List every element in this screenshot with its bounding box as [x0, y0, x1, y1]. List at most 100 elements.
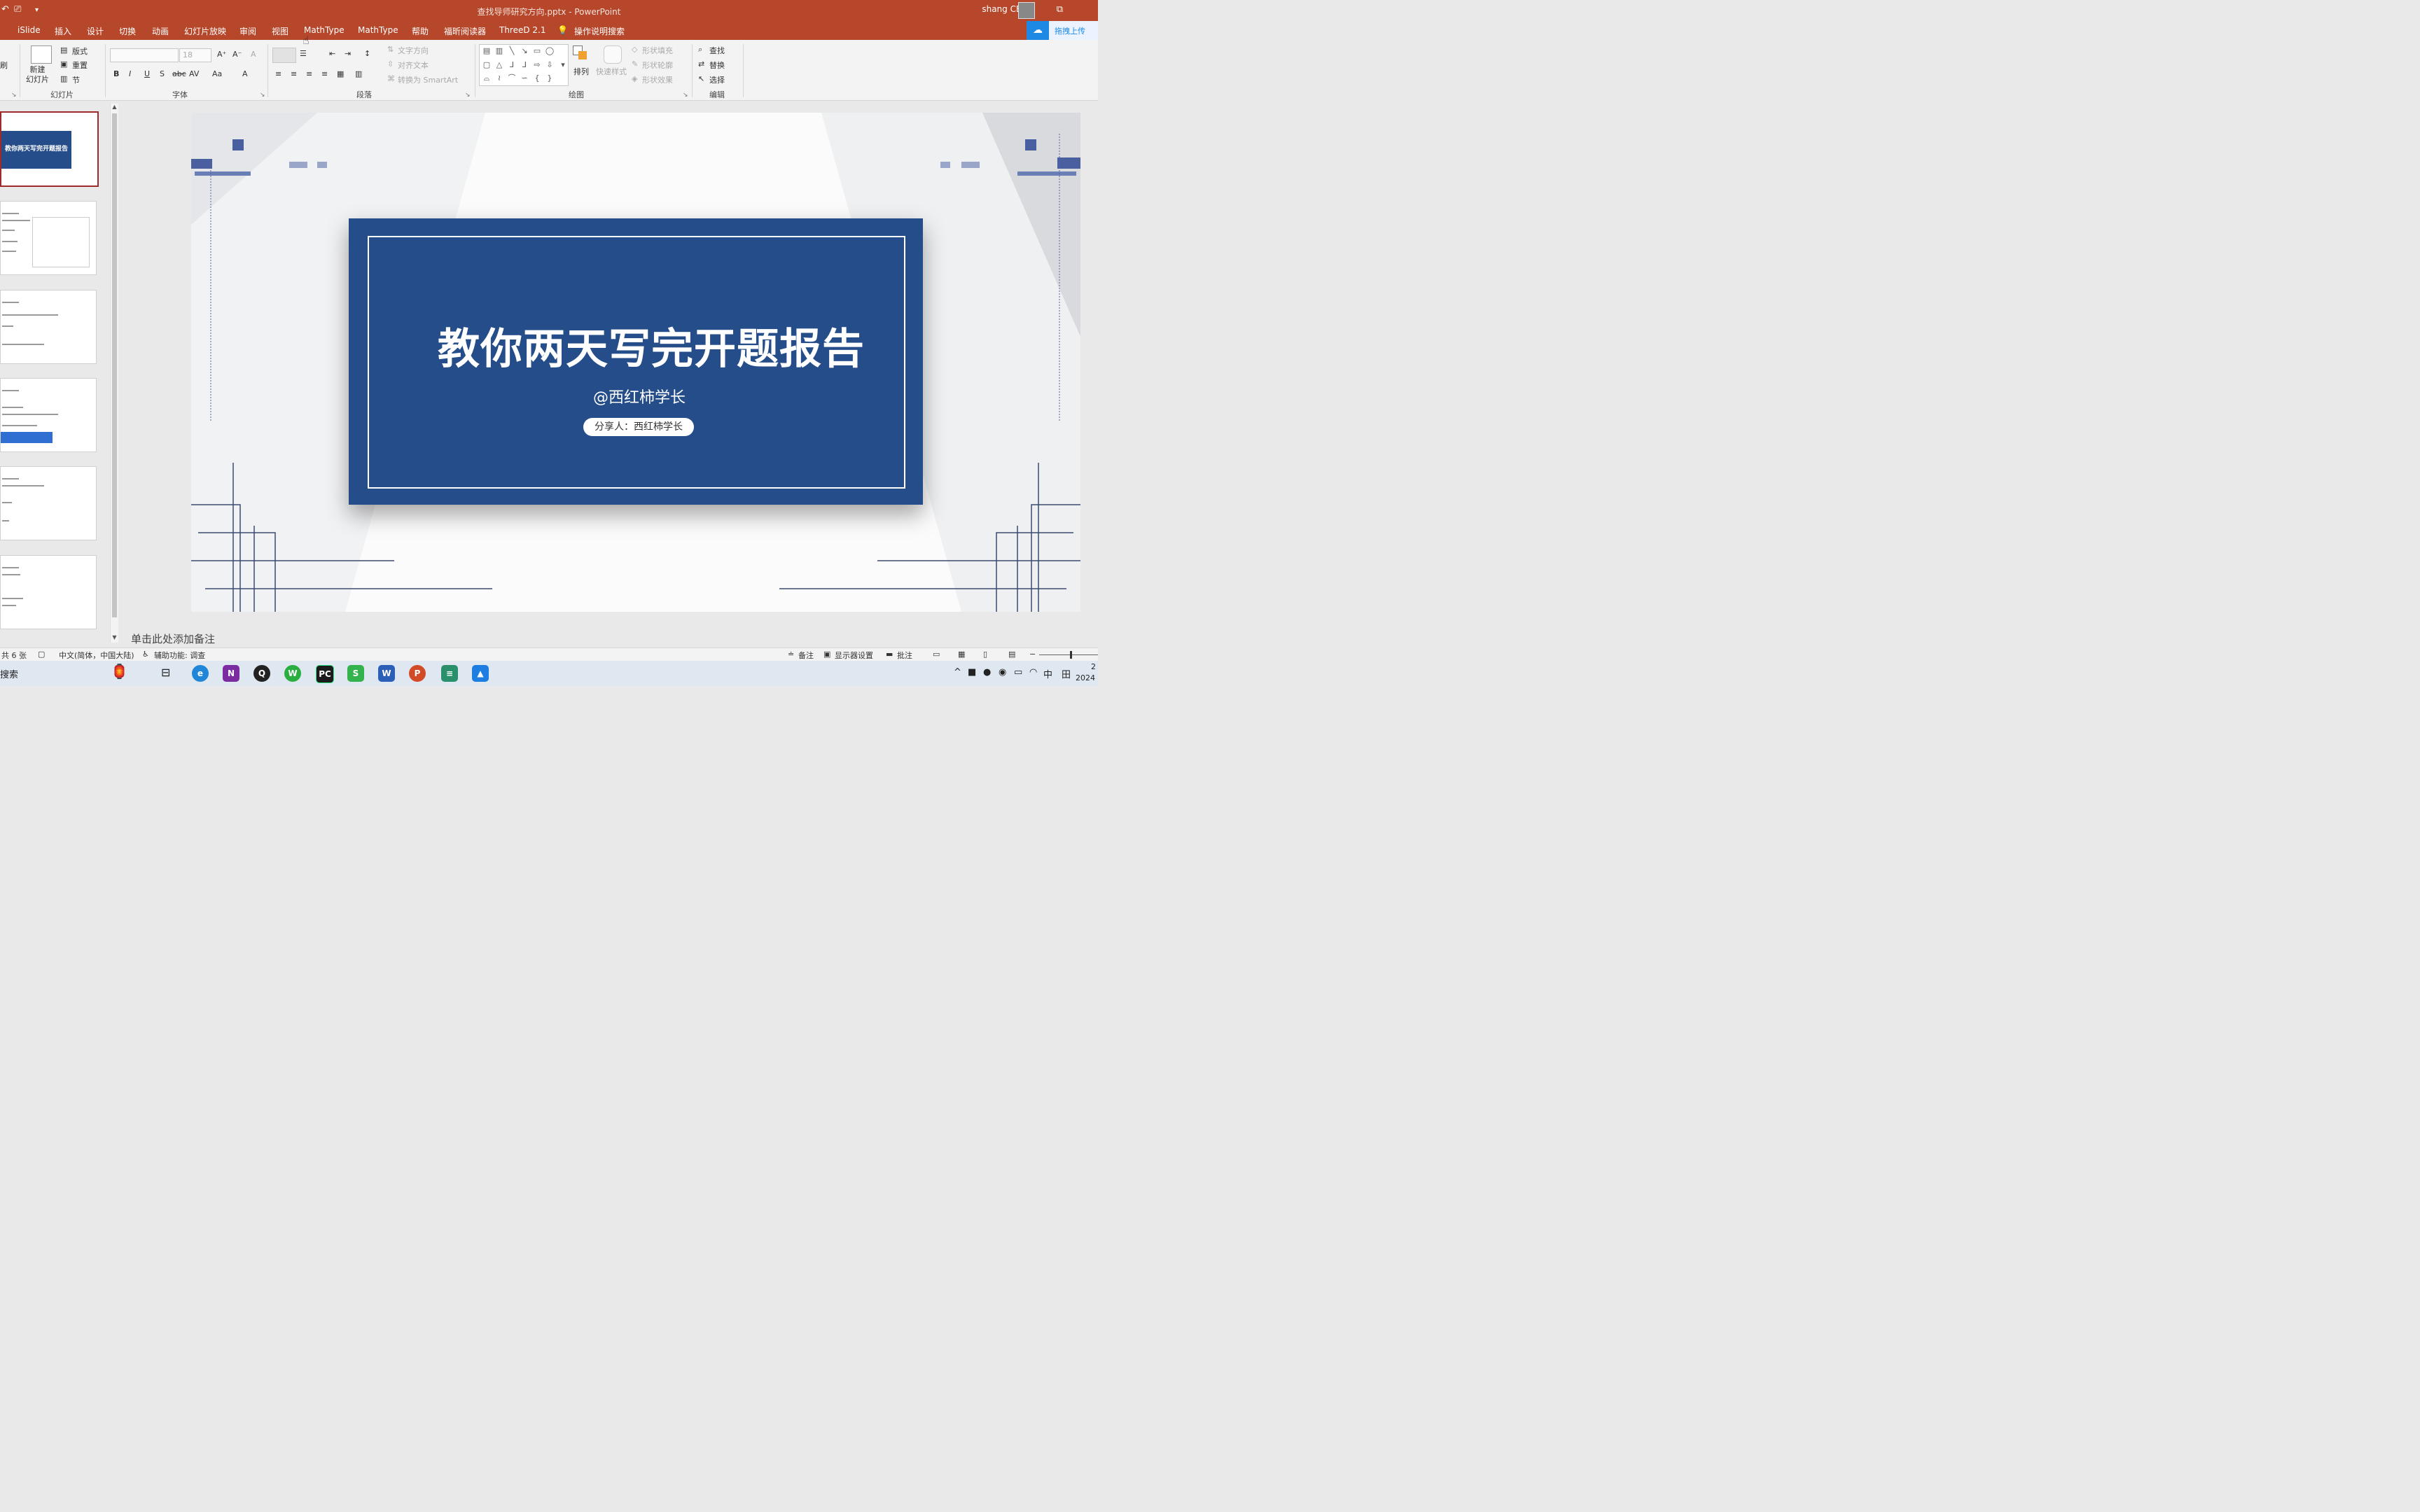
new-slide-icon[interactable] — [31, 46, 52, 64]
section-icon[interactable]: ▥ — [60, 74, 67, 83]
strikethrough-button[interactable]: abc — [172, 69, 186, 78]
right-arrow-shape-icon[interactable]: ⇨ — [532, 61, 542, 69]
language-indicator[interactable]: 中文(简体，中国大陆) — [59, 650, 134, 661]
replace-button[interactable]: 替换 — [709, 59, 725, 71]
numbering-icon[interactable]: ☰ — [300, 49, 307, 58]
tab-help[interactable]: 帮助 — [412, 25, 429, 37]
arrange-button[interactable]: 排列 — [573, 66, 589, 77]
scribble-shape-icon[interactable]: ≀ — [494, 74, 504, 83]
wechat-icon[interactable]: W — [284, 665, 301, 682]
gallery-more-icon[interactable]: ▾ — [558, 61, 568, 69]
avatar[interactable] — [1018, 2, 1035, 19]
tab-view[interactable]: 视图 — [272, 25, 288, 37]
shape-outline-button[interactable]: 形状轮廓 — [642, 59, 673, 71]
shape-effects-icon[interactable]: ◈ — [632, 74, 637, 83]
decrease-indent-icon[interactable]: ⇤ — [329, 49, 335, 58]
reading-view-icon[interactable]: ▯ — [983, 650, 987, 659]
tab-insert[interactable]: 插入 — [55, 25, 71, 37]
font-name-box[interactable] — [110, 48, 179, 62]
font-shrink-button[interactable]: A⁻ — [232, 50, 242, 59]
tab-threed[interactable]: ThreeD 2.1 — [499, 25, 546, 35]
shape-fill-button[interactable]: 形状填充 — [642, 45, 673, 56]
slide-thumbnail-1[interactable]: 教你两天写完开题报告 — [0, 111, 99, 187]
notes-button[interactable]: 备注 — [798, 650, 814, 661]
reset-icon[interactable]: ▣ — [60, 59, 67, 69]
tab-islide[interactable]: iSlide — [18, 25, 41, 35]
spelling-icon[interactable]: ▢ — [38, 650, 45, 659]
arrange-icon[interactable] — [573, 46, 590, 62]
dialog-launcher-icon[interactable]: ↘ — [683, 92, 688, 99]
quick-styles-icon[interactable] — [604, 46, 622, 64]
font-grow-button[interactable]: A⁺ — [217, 50, 226, 59]
zoom-out-icon[interactable]: − — [1029, 650, 1036, 659]
dialog-launcher-icon[interactable]: ↘ — [465, 92, 471, 99]
increase-indent-icon[interactable]: ⇥ — [345, 49, 351, 58]
display-settings-button[interactable]: 显示器设置 — [835, 650, 873, 661]
clock-date[interactable]: 2024 — [1076, 673, 1095, 682]
edge-icon[interactable]: e — [192, 665, 209, 682]
tab-mathtype-2[interactable]: MathType — [358, 25, 398, 35]
presenter-badge[interactable]: 分享人：西红柿学长 — [583, 418, 694, 436]
columns-icon[interactable]: ▥ — [355, 69, 362, 78]
display-settings-icon[interactable]: ▣ — [823, 650, 830, 659]
slide-thumbnail-2[interactable] — [0, 201, 97, 275]
slide-thumbnail-4[interactable] — [0, 378, 97, 452]
scroll-down-icon[interactable]: ▼ — [111, 634, 118, 643]
tab-foxit-reader[interactable]: 福昕阅读器 — [444, 25, 486, 37]
shapes-gallery[interactable]: ▤ ▥ ╲ ↘ ▭ ◯ ▢ △ ⅃ ⅃ ⇨ ⇩ ⌓ ≀ ⌒ ∽ { } ▾ — [479, 44, 569, 86]
slide-sorter-icon[interactable]: ▦ — [958, 650, 965, 659]
rectangle-shape-icon[interactable]: ▭ — [532, 47, 542, 55]
font-color-button[interactable]: A — [242, 69, 248, 78]
reset-button[interactable]: 重置 — [72, 59, 88, 71]
section-button[interactable]: 节 — [72, 74, 80, 85]
pycharm-icon[interactable]: PC — [316, 665, 334, 683]
replace-icon[interactable]: ⇄ — [698, 59, 704, 69]
bold-button[interactable]: B — [113, 69, 119, 78]
zoom-slider[interactable] — [1039, 654, 1098, 655]
tray-wechat-icon[interactable]: ◉ — [999, 667, 1006, 678]
tray-qq-icon[interactable]: ● — [983, 667, 991, 678]
app2-icon[interactable]: ▲ — [472, 665, 489, 682]
justify-icon[interactable]: ≡ — [321, 69, 328, 78]
smartart-icon[interactable]: ⌘ — [387, 74, 395, 83]
char-spacing-button[interactable]: AV — [189, 69, 199, 78]
cloud-upload-button[interactable]: ☁ 拖拽上传 — [1027, 21, 1098, 40]
tell-me-search[interactable]: 操作说明搜索 — [574, 25, 625, 37]
qq-icon[interactable]: Q — [253, 665, 270, 682]
powerpoint-icon[interactable]: P — [409, 665, 426, 682]
slideshow-icon[interactable]: ▤ — [1008, 650, 1015, 659]
curve-shape-icon[interactable]: ∽ — [520, 74, 529, 83]
find-button[interactable]: 查找 — [709, 45, 725, 56]
triangle-shape-icon[interactable]: △ — [494, 61, 504, 69]
accessibility-icon[interactable]: ♿ — [142, 650, 149, 659]
zoom-slider-thumb[interactable] — [1070, 651, 1072, 659]
line-shape-icon[interactable]: ╲ — [507, 47, 517, 55]
freeform-shape-icon[interactable]: ⌓ — [482, 74, 492, 83]
thumbnail-scrollbar[interactable]: ▲ ▼ — [110, 104, 118, 643]
quick-styles-button[interactable]: 快速样式 — [596, 66, 627, 77]
tab-mathtype-1[interactable]: MathType — [304, 25, 345, 35]
notes-placeholder[interactable]: 单击此处添加备注 — [131, 631, 215, 646]
arrow-line-shape-icon[interactable]: ↘ — [520, 47, 529, 55]
tab-review[interactable]: 审阅 — [239, 25, 256, 37]
connector-shape-icon[interactable]: ⅃ — [507, 61, 517, 69]
normal-view-icon[interactable]: ▭ — [933, 650, 940, 659]
scroll-up-icon[interactable]: ▲ — [111, 104, 118, 112]
align-right-icon[interactable]: ≡ — [306, 69, 312, 78]
brace-right-shape-icon[interactable]: } — [545, 74, 555, 83]
tray-overflow-icon[interactable]: ^ — [954, 667, 961, 678]
convert-smartart-button[interactable]: 转换为 SmartArt — [398, 74, 458, 85]
clear-format-button[interactable]: A — [251, 50, 256, 59]
elbow-connector-shape-icon[interactable]: ⅃ — [520, 61, 529, 69]
wps-icon[interactable]: S — [347, 665, 364, 682]
line-spacing-icon[interactable]: ↕ — [364, 49, 370, 58]
battery-icon[interactable]: ▭ — [1014, 667, 1022, 678]
comments-icon[interactable]: ▬ — [886, 650, 893, 659]
shape-effects-button[interactable]: 形状效果 — [642, 74, 673, 85]
align-text-button[interactable]: 对齐文本 — [398, 59, 429, 71]
scroll-thumb[interactable] — [112, 113, 117, 617]
italic-button[interactable]: I — [129, 69, 131, 78]
align-center-icon[interactable]: ≡ — [291, 69, 297, 78]
text-direction-icon[interactable]: ⇅ — [387, 45, 394, 54]
tab-slideshow[interactable]: 幻灯片放映 — [184, 25, 226, 37]
